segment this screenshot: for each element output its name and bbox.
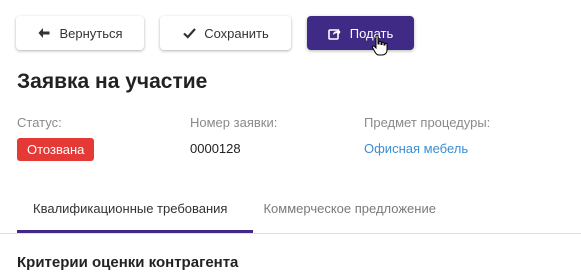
procedure-subject-link[interactable]: Офисная мебель: [364, 141, 468, 156]
status-label: Статус:: [17, 115, 62, 130]
tab-qualification-requirements[interactable]: Квалификационные требования: [17, 190, 243, 230]
page-title: Заявка на участие: [17, 70, 208, 93]
tabs-divider: [0, 233, 581, 234]
procedure-subject-label: Предмет процедуры:: [364, 115, 491, 130]
hand-cursor-icon: [371, 34, 388, 56]
status-badge: Отозвана: [17, 138, 95, 161]
back-button-label: Вернуться: [59, 25, 123, 41]
check-icon: [182, 26, 196, 40]
tab-bar: Квалификационные требования Коммерческое…: [17, 190, 452, 230]
save-button[interactable]: Сохранить: [160, 16, 291, 50]
share-square-icon: [328, 26, 342, 40]
application-number-label: Номер заявки:: [190, 115, 278, 130]
section-title: Критерии оценки контрагента: [17, 254, 239, 271]
toolbar: Вернуться Сохранить Подать: [16, 16, 414, 50]
submit-button[interactable]: Подать: [307, 16, 414, 50]
tab-commercial-offer[interactable]: Коммерческое предложение: [247, 190, 451, 230]
arrow-left-icon: [37, 26, 51, 40]
save-button-label: Сохранить: [204, 25, 269, 41]
application-page: Вернуться Сохранить Подать Заявка на уча…: [0, 0, 581, 277]
back-button[interactable]: Вернуться: [16, 16, 144, 50]
application-number-value: 0000128: [190, 141, 241, 156]
